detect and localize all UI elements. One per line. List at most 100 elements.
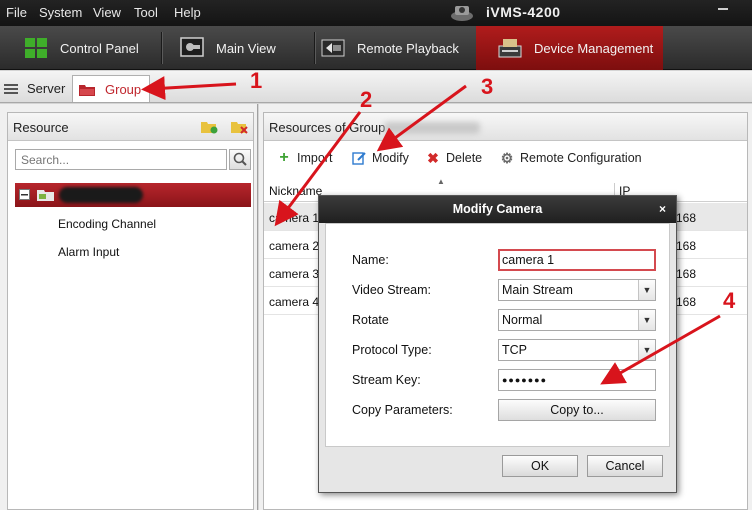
resource-pane: Resource Search... Encoding Channel Alar… <box>7 112 254 510</box>
protocol-type-label: Protocol Type: <box>352 343 432 357</box>
cell-ip: 168 <box>676 239 697 253</box>
folder-icon <box>79 84 95 96</box>
name-field[interactable] <box>498 249 656 271</box>
video-stream-value: Main Stream <box>502 283 573 297</box>
tab-device-management[interactable]: Device Management <box>476 26 663 70</box>
collapse-icon[interactable] <box>19 189 30 200</box>
cell-nickname: camera 4 <box>269 295 320 309</box>
rotate-value: Normal <box>502 313 543 327</box>
annotation-number-3: 3 <box>481 74 494 99</box>
modify-camera-dialog: Modify Camera × Name: Video Stream: Main… <box>318 195 677 493</box>
redacted-group-name <box>59 187 143 203</box>
tab-label: Server <box>27 81 66 96</box>
annotation-number-4: 4 <box>723 288 736 313</box>
tab-main-view[interactable]: Main View <box>162 26 314 70</box>
server-icon <box>4 83 18 94</box>
protocol-type-select[interactable]: TCP ▼ <box>498 339 656 361</box>
cell-ip: 168 <box>676 295 697 309</box>
sub-tab-bar: Server Group <box>0 71 752 103</box>
sort-indicator-icon: ▲ <box>437 177 445 186</box>
tab-label: Remote Playback <box>357 40 459 56</box>
modify-button[interactable]: Modify <box>352 151 409 165</box>
chevron-down-icon[interactable]: ▼ <box>638 310 655 330</box>
column-nickname[interactable]: Nickname <box>269 184 322 198</box>
video-stream-label: Video Stream: <box>352 283 431 297</box>
menu-bar: File System View Tool Help iVMS-4200 <box>0 0 752 26</box>
remote-configuration-label: Remote Configuration <box>520 151 642 165</box>
app-logo-icon <box>451 6 473 21</box>
cell-ip: 168 <box>676 211 697 225</box>
search-input[interactable] <box>15 149 227 170</box>
add-folder-icon[interactable] <box>201 119 218 134</box>
tab-label: Control Panel <box>60 40 139 56</box>
redacted-group-name <box>384 122 480 134</box>
tab-group[interactable]: Group <box>72 75 151 102</box>
copy-parameters-label: Copy Parameters: <box>352 403 453 417</box>
menu-tool[interactable]: Tool <box>134 5 158 20</box>
rotate-label: Rotate <box>352 313 389 327</box>
delete-button[interactable]: ✖ Delete <box>426 149 483 166</box>
stream-key-field[interactable]: ●●●●●●● <box>498 369 656 391</box>
menu-file[interactable]: File <box>6 5 27 20</box>
menu-system[interactable]: System <box>39 5 82 20</box>
tab-remote-playback[interactable]: Remote Playback <box>315 26 475 70</box>
tree-group-node[interactable] <box>15 183 251 207</box>
gear-icon: ⚙ <box>500 149 514 166</box>
search-icon <box>233 152 247 166</box>
resource-header: Resource <box>8 113 253 141</box>
protocol-type-value: TCP <box>502 343 527 357</box>
group-folder-icon <box>37 190 54 201</box>
video-stream-select[interactable]: Main Stream ▼ <box>498 279 656 301</box>
cell-ip: 168 <box>676 267 697 281</box>
group-resources-title: Resources of Group <box>269 120 386 135</box>
cell-nickname: camera 3 <box>269 267 320 281</box>
delete-x-icon: ✖ <box>427 149 439 166</box>
annotation-number-1: 1 <box>250 68 263 93</box>
chevron-down-icon[interactable]: ▼ <box>638 340 655 360</box>
module-tab-bar: Control Panel Main View Remote Playback … <box>0 26 752 70</box>
annotation-number-2: 2 <box>360 87 373 112</box>
delete-label: Delete <box>446 151 483 165</box>
import-button[interactable]: + Import <box>277 149 333 166</box>
tree-item-encoding-channel[interactable]: Encoding Channel <box>58 217 156 231</box>
import-label: Import <box>297 151 333 165</box>
stream-key-label: Stream Key: <box>352 373 421 387</box>
tab-label: Device Management <box>534 40 654 56</box>
rotate-select[interactable]: Normal ▼ <box>498 309 656 331</box>
ok-button[interactable]: OK <box>502 455 578 477</box>
app-window: File System View Tool Help iVMS-4200 Con… <box>0 0 752 510</box>
playback-icon <box>321 39 345 57</box>
close-icon[interactable]: × <box>659 202 666 216</box>
dialog-title-bar[interactable]: Modify Camera <box>319 196 676 223</box>
name-label: Name: <box>352 253 389 267</box>
cancel-button[interactable]: Cancel <box>587 455 663 477</box>
grid-icon <box>25 38 47 58</box>
minimize-icon[interactable] <box>718 8 728 10</box>
menu-view[interactable]: View <box>93 5 121 20</box>
edit-icon <box>352 152 366 165</box>
dialog-body: Name: Video Stream: Main Stream ▼ Rotate… <box>325 223 670 447</box>
remote-configuration-button[interactable]: ⚙ Remote Configuration <box>500 149 642 166</box>
tree-item-alarm-input[interactable]: Alarm Input <box>58 245 119 259</box>
tab-label: Group <box>105 81 142 97</box>
tab-label: Main View <box>216 40 276 56</box>
app-title: iVMS-4200 <box>486 4 561 20</box>
cell-nickname: camera 2 <box>269 239 320 253</box>
copy-to-button[interactable]: Copy to... <box>498 399 656 421</box>
search-button[interactable] <box>229 149 251 170</box>
tab-server[interactable]: Server <box>4 75 65 102</box>
modify-label: Modify <box>372 151 409 165</box>
chevron-down-icon[interactable]: ▼ <box>638 280 655 300</box>
group-resources-header: Resources of Group <box>264 113 747 141</box>
plus-icon: + <box>279 149 289 166</box>
dialog-title: Modify Camera <box>452 202 543 216</box>
resource-title: Resource <box>13 120 69 135</box>
resource-panel: Resource Search... Encoding Channel Alar… <box>0 104 258 510</box>
delete-folder-icon[interactable] <box>231 119 248 134</box>
device-icon <box>498 39 522 58</box>
tab-control-panel[interactable]: Control Panel <box>0 26 161 70</box>
menu-help[interactable]: Help <box>174 5 201 20</box>
cell-nickname: camera 1 <box>269 211 320 225</box>
resource-toolbar: + Import Modify ✖ Delete ⚙ Remote Config… <box>264 147 747 171</box>
camera-view-icon <box>180 37 204 57</box>
